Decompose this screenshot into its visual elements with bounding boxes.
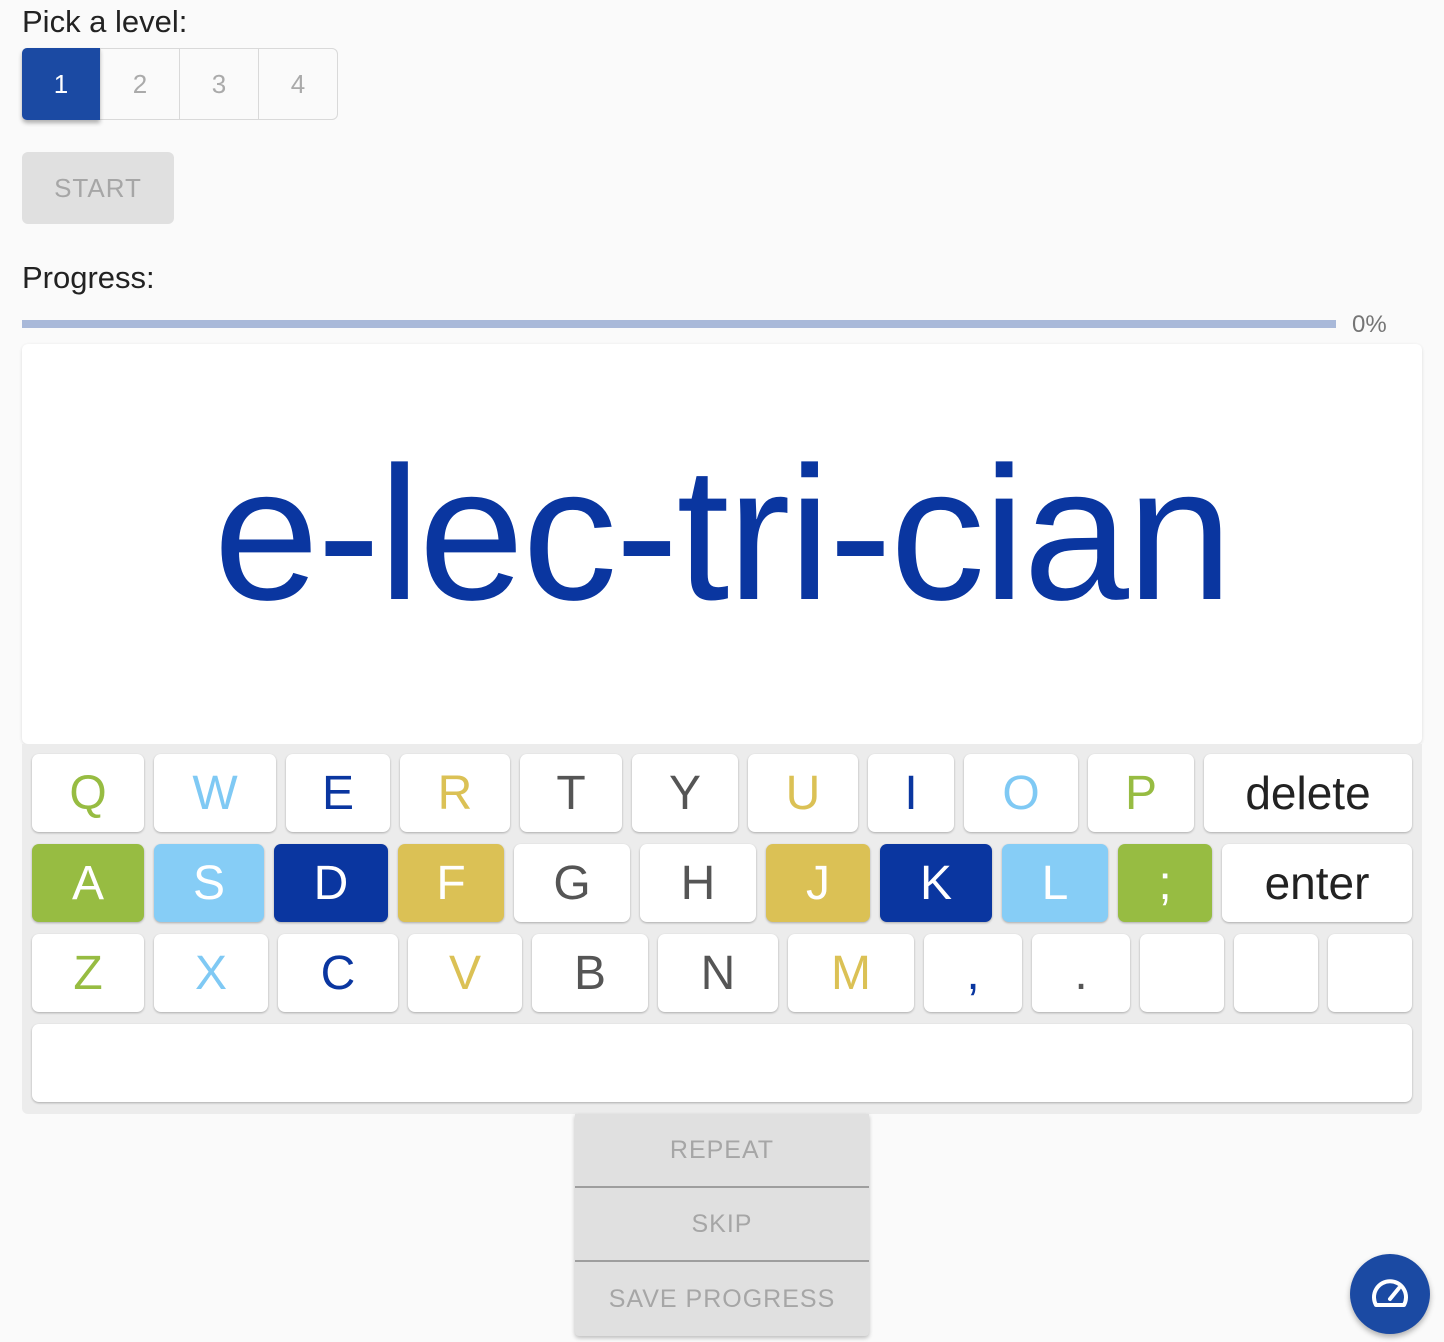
level-3-button[interactable]: 3 <box>179 49 258 119</box>
key-w[interactable]: W <box>154 754 276 832</box>
repeat-button[interactable]: REPEAT <box>575 1114 869 1188</box>
key-m[interactable]: M <box>788 934 914 1012</box>
key-q[interactable]: Q <box>32 754 144 832</box>
key-o[interactable]: O <box>964 754 1078 832</box>
syllabified-word: e-lec-tri-cian <box>213 428 1232 640</box>
on-screen-keyboard: Q W E R T Y U I O P delete A S D F G H J… <box>22 744 1422 1114</box>
key-a[interactable]: A <box>32 844 144 922</box>
space-bar[interactable] <box>32 1024 1412 1102</box>
word-display-card: e-lec-tri-cian <box>22 344 1422 744</box>
key-n[interactable]: N <box>658 934 778 1012</box>
key-b[interactable]: B <box>532 934 648 1012</box>
key-h[interactable]: H <box>640 844 756 922</box>
save-progress-button[interactable]: SAVE PROGRESS <box>575 1262 869 1336</box>
key-l[interactable]: L <box>1002 844 1108 922</box>
key-g[interactable]: G <box>514 844 630 922</box>
level-4-button[interactable]: 4 <box>258 49 337 119</box>
key-v[interactable]: V <box>408 934 522 1012</box>
key-r[interactable]: R <box>400 754 510 832</box>
progress-bar <box>22 320 1336 328</box>
level-1-button[interactable]: 1 <box>22 48 100 120</box>
key-k[interactable]: K <box>880 844 992 922</box>
key-u[interactable]: U <box>748 754 858 832</box>
key-y[interactable]: Y <box>632 754 738 832</box>
speed-settings-button[interactable] <box>1350 1254 1430 1334</box>
blank-key-1[interactable] <box>1140 934 1224 1012</box>
key-d[interactable]: D <box>274 844 388 922</box>
key-t[interactable]: T <box>520 754 622 832</box>
key-i[interactable]: I <box>868 754 954 832</box>
key-p[interactable]: P <box>1088 754 1194 832</box>
key-j[interactable]: J <box>766 844 870 922</box>
pick-level-label: Pick a level: <box>22 4 188 39</box>
key-comma[interactable]: , <box>924 934 1022 1012</box>
progress-label: Progress: <box>22 260 155 295</box>
action-button-group: REPEAT SKIP SAVE PROGRESS <box>575 1114 869 1336</box>
skip-button[interactable]: SKIP <box>575 1188 869 1262</box>
key-period[interactable]: . <box>1032 934 1130 1012</box>
speedometer-icon <box>1372 1279 1408 1307</box>
delete-key[interactable]: delete <box>1204 754 1412 832</box>
key-f[interactable]: F <box>398 844 504 922</box>
key-z[interactable]: Z <box>32 934 144 1012</box>
key-e[interactable]: E <box>286 754 390 832</box>
key-c[interactable]: C <box>278 934 398 1012</box>
blank-key-3[interactable] <box>1328 934 1412 1012</box>
level-toggle-group: 1 2 3 4 <box>22 48 338 120</box>
level-2-button[interactable]: 2 <box>100 49 179 119</box>
key-x[interactable]: X <box>154 934 268 1012</box>
key-s[interactable]: S <box>154 844 264 922</box>
blank-key-2[interactable] <box>1234 934 1318 1012</box>
progress-percent: 0% <box>1352 311 1387 338</box>
start-button[interactable]: START <box>22 152 174 224</box>
key-semicolon[interactable]: ; <box>1118 844 1212 922</box>
enter-key[interactable]: enter <box>1222 844 1412 922</box>
